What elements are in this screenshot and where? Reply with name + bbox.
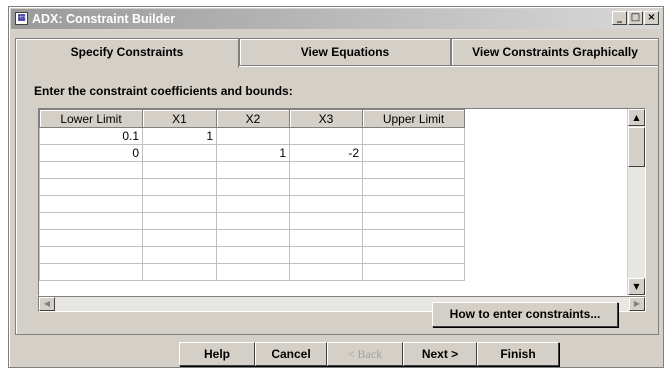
grid-cell[interactable]: -2 xyxy=(289,144,363,162)
tab-view-equations[interactable]: View Equations xyxy=(239,38,451,66)
vertical-scrollbar[interactable]: ▲ ▼ xyxy=(627,109,645,295)
app-window-icon[interactable]: ▦ xyxy=(15,12,28,25)
grid-cell[interactable] xyxy=(216,246,290,264)
minimize-button[interactable]: _ xyxy=(612,11,627,25)
close-button[interactable]: × xyxy=(644,11,659,25)
grid-cell[interactable] xyxy=(142,195,217,213)
grid-cell[interactable] xyxy=(142,161,217,179)
grid-cell[interactable] xyxy=(289,178,363,196)
grid-cell[interactable] xyxy=(362,263,465,281)
grid-cell[interactable] xyxy=(216,195,290,213)
grid-cell[interactable] xyxy=(39,263,143,281)
grid-cell[interactable] xyxy=(39,178,143,196)
column-header-x2[interactable]: X2 xyxy=(216,109,290,128)
table-row xyxy=(39,178,465,196)
grid-cell[interactable] xyxy=(289,212,363,230)
grid-cell[interactable] xyxy=(216,161,290,179)
scroll-down-arrow-icon[interactable]: ▼ xyxy=(628,278,645,295)
table-row xyxy=(39,161,465,179)
grid-cell[interactable]: 0.1 xyxy=(39,127,143,145)
grid-cell[interactable] xyxy=(142,212,217,230)
table-row: 0 1 -2 xyxy=(39,144,465,162)
grid-cell[interactable] xyxy=(289,161,363,179)
column-header-x1[interactable]: X1 xyxy=(142,109,217,128)
constraint-table: Lower Limit X1 X2 X3 Upper Limit 0.1 1 0… xyxy=(39,109,465,281)
grid-cell[interactable] xyxy=(216,263,290,281)
table-row xyxy=(39,212,465,230)
grid-cell[interactable] xyxy=(289,246,363,264)
back-button[interactable]: < Back xyxy=(327,342,403,366)
scroll-left-arrow-icon[interactable]: ◀ xyxy=(39,297,55,311)
grid-cell[interactable] xyxy=(142,144,217,162)
tab-strip: Specify Constraints View Equations View … xyxy=(15,38,659,68)
grid-cell[interactable] xyxy=(216,127,290,145)
grid-cell[interactable] xyxy=(289,229,363,247)
grid-cell[interactable] xyxy=(216,178,290,196)
grid-header-row: Lower Limit X1 X2 X3 Upper Limit xyxy=(39,109,465,128)
title-bar[interactable]: ▦ ADX: Constraint Builder _ □ × xyxy=(11,9,661,29)
grid-cell[interactable] xyxy=(142,178,217,196)
grid-cell[interactable]: 1 xyxy=(216,144,290,162)
column-header-x3[interactable]: X3 xyxy=(289,109,363,128)
specify-constraints-panel: Enter the constraint coefficients and bo… xyxy=(15,65,659,335)
column-header-upper-limit[interactable]: Upper Limit xyxy=(362,109,465,128)
tab-view-constraints-graphically[interactable]: View Constraints Graphically xyxy=(451,38,659,66)
grid-cell[interactable] xyxy=(289,263,363,281)
grid-cell[interactable] xyxy=(39,246,143,264)
grid-cell[interactable] xyxy=(362,246,465,264)
grid-cell[interactable]: 0 xyxy=(39,144,143,162)
scroll-right-arrow-icon[interactable]: ▶ xyxy=(629,297,645,311)
table-row xyxy=(39,195,465,213)
grid-cell[interactable] xyxy=(216,229,290,247)
grid-cell[interactable] xyxy=(39,195,143,213)
table-row xyxy=(39,229,465,247)
next-button[interactable]: Next > xyxy=(403,342,477,366)
grid-cell[interactable] xyxy=(362,195,465,213)
grid-cell[interactable] xyxy=(362,178,465,196)
window-title: ADX: Constraint Builder xyxy=(32,12,176,26)
finish-button[interactable]: Finish xyxy=(477,342,559,366)
grid-cell[interactable] xyxy=(289,195,363,213)
table-row xyxy=(39,263,465,281)
constraint-builder-window: ▦ ADX: Constraint Builder _ □ × Specify Co… xyxy=(8,6,664,368)
grid-cell[interactable] xyxy=(289,127,363,145)
grid-cell[interactable] xyxy=(142,229,217,247)
constraint-grid[interactable]: Lower Limit X1 X2 X3 Upper Limit 0.1 1 0… xyxy=(38,108,646,296)
grid-cell[interactable] xyxy=(362,229,465,247)
grid-cell[interactable] xyxy=(39,161,143,179)
column-header-lower-limit[interactable]: Lower Limit xyxy=(39,109,143,128)
grid-cell[interactable]: 1 xyxy=(142,127,217,145)
grid-cell[interactable] xyxy=(142,263,217,281)
grid-cell[interactable] xyxy=(216,212,290,230)
table-row xyxy=(39,246,465,264)
help-button[interactable]: Help xyxy=(179,342,255,366)
grid-cell[interactable] xyxy=(39,229,143,247)
cancel-button[interactable]: Cancel xyxy=(255,342,327,366)
tab-specify-constraints[interactable]: Specify Constraints xyxy=(15,38,239,68)
grid-cell[interactable] xyxy=(362,127,465,145)
table-row: 0.1 1 xyxy=(39,127,465,145)
window-controls: _ □ × xyxy=(611,11,659,27)
scroll-up-arrow-icon[interactable]: ▲ xyxy=(628,109,645,126)
how-to-enter-constraints-button[interactable]: How to enter constraints... xyxy=(432,302,618,327)
instruction-label: Enter the constraint coefficients and bo… xyxy=(34,84,293,98)
grid-cell[interactable] xyxy=(362,144,465,162)
grid-cell[interactable] xyxy=(39,212,143,230)
scroll-thumb[interactable] xyxy=(628,127,645,167)
maximize-button[interactable]: □ xyxy=(628,11,643,25)
grid-cell[interactable] xyxy=(362,161,465,179)
grid-cell[interactable] xyxy=(362,212,465,230)
grid-cell[interactable] xyxy=(142,246,217,264)
